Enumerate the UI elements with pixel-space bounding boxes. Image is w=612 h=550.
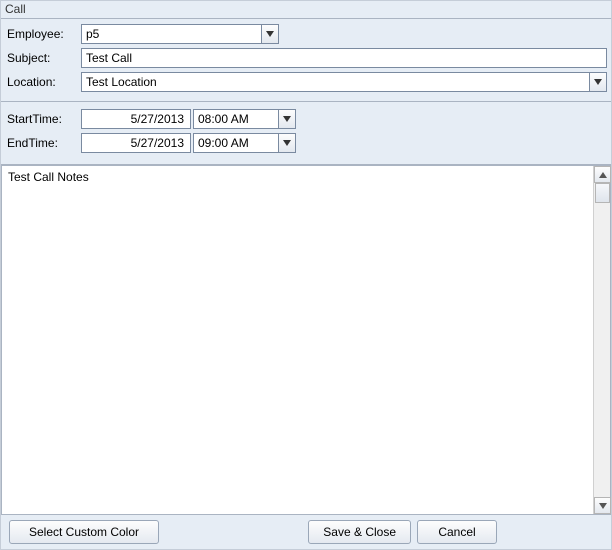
select-custom-color-button[interactable]: Select Custom Color xyxy=(9,520,159,544)
scroll-thumb[interactable] xyxy=(595,183,610,203)
time-section: StartTime: EndTime: xyxy=(1,102,611,165)
chevron-down-icon xyxy=(283,116,291,122)
start-time-input[interactable] xyxy=(193,109,278,129)
subject-row: Subject: xyxy=(5,47,607,69)
chevron-down-icon xyxy=(594,79,602,85)
location-dropdown-button[interactable] xyxy=(589,72,607,92)
end-time-input[interactable] xyxy=(193,133,278,153)
subject-label: Subject: xyxy=(5,51,81,65)
cancel-button[interactable]: Cancel xyxy=(417,520,497,544)
end-time-label: EndTime: xyxy=(5,136,81,150)
notes-textarea[interactable] xyxy=(2,166,593,514)
save-and-close-button[interactable]: Save & Close xyxy=(308,520,411,544)
employee-input[interactable] xyxy=(81,24,261,44)
end-time-row: EndTime: xyxy=(5,132,607,154)
button-bar: Select Custom Color Save & Close Cancel xyxy=(1,515,611,549)
start-time-row: StartTime: xyxy=(5,108,607,130)
start-date-input[interactable] xyxy=(81,109,191,129)
start-time-label: StartTime: xyxy=(5,112,81,126)
scroll-up-button[interactable] xyxy=(594,166,611,183)
notes-area xyxy=(1,165,611,515)
employee-row: Employee: xyxy=(5,23,607,45)
end-time-dropdown-button[interactable] xyxy=(278,133,296,153)
location-input[interactable] xyxy=(81,72,589,92)
end-date-input[interactable] xyxy=(81,133,191,153)
notes-scrollbar[interactable] xyxy=(593,166,610,514)
employee-label: Employee: xyxy=(5,27,81,41)
location-row: Location: xyxy=(5,71,607,93)
call-dialog: Call Employee: Subject: Location: xyxy=(0,0,612,550)
form-section: Employee: Subject: Location: xyxy=(1,19,611,102)
chevron-down-icon xyxy=(283,140,291,146)
location-combo[interactable] xyxy=(81,72,607,92)
chevron-down-icon xyxy=(266,31,274,37)
window-title: Call xyxy=(1,1,611,19)
employee-dropdown-button[interactable] xyxy=(261,24,279,44)
chevron-up-icon xyxy=(599,172,607,178)
subject-input[interactable] xyxy=(81,48,607,68)
start-time-combo[interactable] xyxy=(193,109,296,129)
end-time-combo[interactable] xyxy=(193,133,296,153)
employee-combo[interactable] xyxy=(81,24,279,44)
chevron-down-icon xyxy=(599,503,607,509)
start-time-dropdown-button[interactable] xyxy=(278,109,296,129)
location-label: Location: xyxy=(5,75,81,89)
scroll-down-button[interactable] xyxy=(594,497,611,514)
